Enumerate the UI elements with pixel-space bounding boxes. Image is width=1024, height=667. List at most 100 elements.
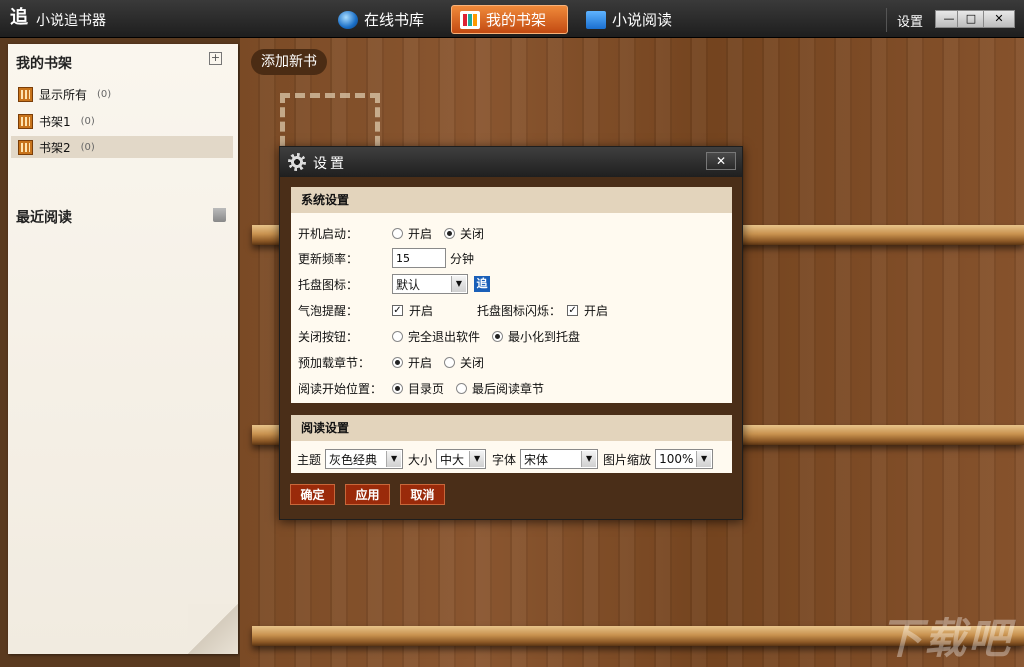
image-zoom-label: 图片缩放 xyxy=(603,452,652,467)
tab-online-library[interactable]: 在线书库 xyxy=(330,5,432,34)
image-zoom-select[interactable]: 100% ▼ xyxy=(655,449,714,469)
shelf-icon xyxy=(18,139,33,155)
tray-icon-value: 默认 xyxy=(396,277,421,292)
dialog-title-bar: 设置 ✕ xyxy=(280,147,742,177)
system-settings-panel: 系统设置 开机启动： 开启 关闭 更新频率： 分钟 托盘图标： 默认 ▼ 追 气… xyxy=(291,187,732,403)
app-title: 小说追书器 xyxy=(36,13,106,29)
size-label: 大小 xyxy=(408,452,433,467)
reading-options-row: 主题 灰色经典 ▼ 大小 中大 ▼ 字体 宋体 ▼ 图片缩放 100% ▼ xyxy=(297,448,714,470)
chevron-down-icon: ▼ xyxy=(469,451,485,467)
maximize-button[interactable]: □ xyxy=(957,10,985,28)
preload-row: 预加载章节： 开启 关闭 xyxy=(298,351,490,373)
title-bar: 追 小说追书器 在线书库 我的书架 小说阅读 设置 — □ ✕ xyxy=(0,0,1024,38)
dialog-title: 设置 xyxy=(313,156,347,172)
system-settings-header: 系统设置 xyxy=(291,187,732,213)
tab-my-bookshelf-label: 我的书架 xyxy=(486,11,547,29)
sidebar: 我的书架 + 显示所有 (0) 书架1 (0) 书架2 (0) 最近阅读 xyxy=(0,38,240,667)
tray-flash-on-label: 开启 xyxy=(584,303,609,318)
globe-icon xyxy=(338,10,358,29)
tray-icon-row: 托盘图标： 默认 ▼ 追 xyxy=(298,273,490,295)
preload-off-radio[interactable] xyxy=(444,356,456,368)
sidebar-item-count: (0) xyxy=(80,115,95,127)
add-shelf-icon[interactable]: + xyxy=(209,52,222,65)
theme-label: 主题 xyxy=(297,452,322,467)
close-minimize-label: 最小化到托盘 xyxy=(508,329,581,344)
startup-label: 开机启动： xyxy=(298,226,359,241)
shelf-icon xyxy=(18,113,33,129)
chevron-down-icon: ▼ xyxy=(451,276,466,292)
tray-icon-select[interactable]: 默认 ▼ xyxy=(392,274,468,294)
tray-icon-label: 托盘图标： xyxy=(298,277,359,292)
close-minimize-radio[interactable] xyxy=(492,330,504,342)
size-select[interactable]: 中大 ▼ xyxy=(436,449,487,469)
read-start-last-label: 最后阅读章节 xyxy=(472,381,545,396)
preload-off-label: 关闭 xyxy=(460,355,485,370)
chevron-down-icon: ▼ xyxy=(696,451,712,467)
tab-my-bookshelf[interactable]: 我的书架 xyxy=(451,5,568,34)
startup-on-radio[interactable] xyxy=(392,227,403,239)
sidebar-item-label: 书架1 xyxy=(39,114,71,129)
sidebar-item-label: 书架2 xyxy=(39,140,71,155)
frequency-label: 更新频率： xyxy=(298,251,359,266)
close-button-row: 关闭按钮： 完全退出软件 最小化到托盘 xyxy=(298,325,586,347)
close-exit-radio[interactable] xyxy=(392,330,403,342)
sidebar-item-label: 显示所有 xyxy=(39,87,88,102)
watermark: 下载吧 xyxy=(880,614,1013,663)
preload-on-radio[interactable] xyxy=(392,356,403,368)
tray-flash-checkbox[interactable]: ✓ xyxy=(567,304,579,316)
chevron-down-icon: ▼ xyxy=(581,451,597,467)
read-start-toc-label: 目录页 xyxy=(408,381,445,396)
dialog-close-button[interactable]: ✕ xyxy=(706,152,736,170)
read-start-last-radio[interactable] xyxy=(456,382,468,394)
read-start-row: 阅读开始位置： 目录页 最后阅读章节 xyxy=(298,377,550,399)
preload-label: 预加载章节： xyxy=(298,355,371,370)
settings-dialog: 设置 ✕ 系统设置 开机启动： 开启 关闭 更新频率： 分钟 托盘图标： 默认 … xyxy=(279,146,743,520)
cancel-button[interactable]: 取消 xyxy=(400,484,445,505)
reading-settings-panel: 阅读设置 主题 灰色经典 ▼ 大小 中大 ▼ 字体 宋体 ▼ 图片缩放 100%… xyxy=(291,415,732,473)
apply-button[interactable]: 应用 xyxy=(345,484,390,505)
gear-icon xyxy=(288,153,306,171)
tab-novel-reading-label: 小说阅读 xyxy=(612,11,673,29)
close-window-button[interactable]: ✕ xyxy=(983,10,1015,28)
tab-novel-reading[interactable]: 小说阅读 xyxy=(578,5,680,34)
app-logo-icon: 追 xyxy=(10,7,28,28)
preload-on-label: 开启 xyxy=(408,355,433,370)
startup-off-label: 关闭 xyxy=(460,226,485,241)
sidebar-item-count: (0) xyxy=(80,141,95,153)
sidebar-item-shelf2[interactable]: 书架2 (0) xyxy=(11,136,233,158)
size-value: 中大 xyxy=(440,452,465,467)
theme-select[interactable]: 灰色经典 ▼ xyxy=(325,449,404,469)
ok-button[interactable]: 确定 xyxy=(290,484,335,505)
bubble-row: 气泡提醒： ✓ 开启 托盘图标闪烁： ✓ 开启 xyxy=(298,299,614,321)
recent-reading-heading: 最近阅读 xyxy=(16,210,72,226)
chevron-down-icon: ▼ xyxy=(386,451,402,467)
add-book-button[interactable]: 添加新书 xyxy=(251,49,327,75)
startup-off-radio[interactable] xyxy=(444,227,456,239)
tray-flash-label: 托盘图标闪烁： xyxy=(477,303,562,318)
paper-curl xyxy=(188,604,238,654)
folder-icon xyxy=(586,10,606,29)
tray-preview-icon: 追 xyxy=(474,276,490,292)
sidebar-item-show-all[interactable]: 显示所有 (0) xyxy=(11,83,233,105)
close-button-label: 关闭按钮： xyxy=(298,329,359,344)
font-select[interactable]: 宋体 ▼ xyxy=(520,449,599,469)
bookshelf-icon xyxy=(460,10,480,29)
trash-icon[interactable] xyxy=(213,208,226,222)
sidebar-item-count: (0) xyxy=(97,88,112,100)
shelf-icon xyxy=(18,86,33,102)
read-start-label: 阅读开始位置： xyxy=(298,381,383,396)
frequency-row: 更新频率： 分钟 xyxy=(298,247,474,269)
font-label: 字体 xyxy=(492,452,517,467)
reading-settings-header: 阅读设置 xyxy=(291,415,732,441)
read-start-toc-radio[interactable] xyxy=(392,382,403,394)
sidebar-item-shelf1[interactable]: 书架1 (0) xyxy=(11,110,233,132)
bubble-on-label: 开启 xyxy=(409,303,434,318)
titlebar-divider xyxy=(886,8,887,32)
settings-button[interactable]: 设置 xyxy=(897,11,923,30)
frequency-input[interactable] xyxy=(392,248,446,268)
bubble-checkbox[interactable]: ✓ xyxy=(392,304,403,316)
sidebar-paper: 我的书架 + 显示所有 (0) 书架1 (0) 书架2 (0) 最近阅读 xyxy=(8,44,238,654)
my-bookshelf-heading: 我的书架 xyxy=(16,56,72,72)
startup-row: 开机启动： 开启 关闭 xyxy=(298,222,490,244)
bubble-label: 气泡提醒： xyxy=(298,303,359,318)
